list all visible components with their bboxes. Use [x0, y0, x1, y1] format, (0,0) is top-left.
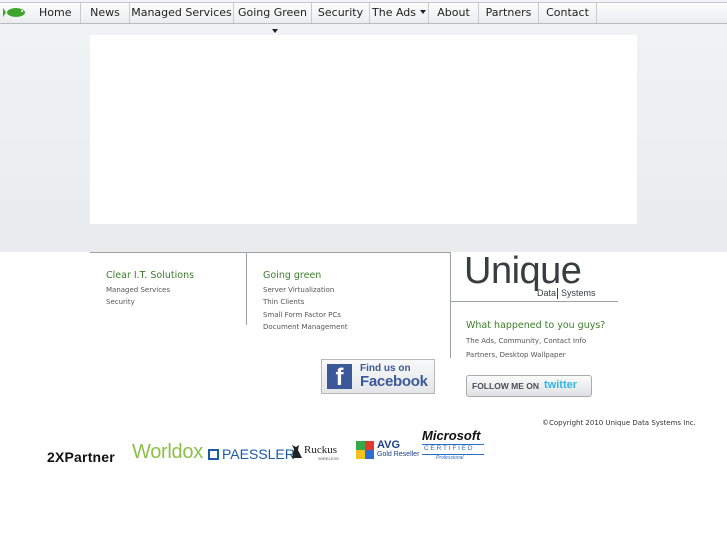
nav-security-label: Security	[317, 6, 364, 19]
separator: ,	[538, 337, 542, 345]
chevron-down-icon	[271, 29, 278, 33]
footer-column-divider	[246, 252, 247, 325]
twitter-line1: FOLLOW ME ON	[472, 381, 540, 391]
footer-divider	[90, 252, 450, 253]
nav-about-label: About	[437, 6, 470, 19]
brand-tagline-bar	[557, 288, 558, 299]
footer-col3-title[interactable]: What happened to you guys?	[466, 320, 605, 331]
brand-name: Unique	[464, 250, 582, 292]
ruckus-text: Ruckus	[304, 444, 337, 456]
footer-link-desktop-wallpaper[interactable]: Desktop Wallpaper	[500, 351, 566, 359]
footer-link-thin-clients[interactable]: Thin Clients	[263, 298, 304, 306]
nav-security[interactable]: Security	[312, 3, 370, 23]
2x-partner-logo[interactable]: 2XPartner	[47, 449, 115, 465]
facebook-icon: f	[327, 364, 352, 391]
footer-link-community[interactable]: Community	[498, 337, 539, 345]
brand-tagline-systems: Systems	[561, 288, 596, 298]
paessler-text: PAESSLER	[222, 446, 295, 462]
nav-home-logo-cell[interactable]: Home	[0, 3, 81, 23]
footer-link-security[interactable]: Security	[106, 298, 135, 306]
footer-col1-title[interactable]: Clear I.T. Solutions	[106, 270, 194, 281]
nav-the-ads-label: The Ads	[372, 6, 416, 19]
nav-partners[interactable]: Partners	[479, 3, 539, 23]
avg-mark-icon	[356, 441, 374, 459]
microsoft-text: Microsoft	[422, 428, 481, 443]
nav-going-green[interactable]: Going Green	[234, 3, 312, 33]
main-nav: Home News Managed Services Going Green S…	[0, 2, 727, 33]
nav-news[interactable]: News	[81, 3, 130, 23]
ruckus-sub-text: WIRELESS	[318, 456, 339, 461]
brand-underline	[450, 301, 618, 302]
nav-news-label: News	[90, 6, 120, 19]
nav-contact-label: Contact	[546, 6, 589, 19]
nav-going-green-label: Going Green	[237, 6, 308, 19]
nav-managed-services[interactable]: Managed Services	[130, 3, 234, 23]
nav-home[interactable]: Home	[39, 3, 71, 22]
ruckus-logo[interactable]: Ruckus WIRELESS	[290, 443, 350, 461]
avg-sub-text: Gold Reseller	[377, 451, 420, 458]
twitter-logo-text: twitter	[544, 379, 577, 391]
nav-contact[interactable]: Contact	[539, 3, 597, 23]
ruckus-dog-icon	[292, 445, 302, 458]
copyright-text: ©Copyright 2010 Unique Data Systems Inc.	[542, 419, 696, 427]
nav-managed-services-label: Managed Services	[131, 6, 232, 19]
footer-col2-title[interactable]: Going green	[263, 270, 321, 281]
banner-area	[90, 35, 637, 224]
worldox-logo[interactable]: Worldox	[132, 441, 203, 464]
footer-column-divider	[450, 252, 451, 358]
avg-text: AVG	[377, 439, 401, 451]
nav-partners-label: Partners	[485, 6, 532, 19]
fish-logo-icon	[3, 8, 25, 17]
facebook-line2: Facebook	[360, 373, 428, 390]
brand-tagline-data: Data	[537, 288, 557, 298]
footer-link-partners[interactable]: Partners	[466, 351, 495, 359]
microsoft-cert-text: CERTIFIED	[424, 445, 475, 452]
nav-the-ads[interactable]: The Ads	[370, 3, 429, 23]
twitter-follow-button[interactable]: FOLLOW ME ON twitter	[466, 375, 592, 397]
footer-col3-row2: Partners, Desktop Wallpaper	[466, 351, 566, 359]
footer-link-contact-info[interactable]: Contact Info	[543, 337, 586, 345]
facebook-button[interactable]: f Find us on Facebook	[321, 359, 435, 394]
separator: ,	[495, 351, 498, 359]
footer-link-managed-services[interactable]: Managed Services	[106, 286, 170, 294]
microsoft-certified-logo[interactable]: Microsoft CERTIFIED Professional	[422, 428, 484, 462]
footer-link-server-virtualization[interactable]: Server Virtualization	[263, 286, 334, 294]
2x-partner-text: 2XPartner	[47, 449, 115, 465]
microsoft-sub-text: Professional	[436, 455, 464, 461]
separator: ,	[494, 337, 497, 345]
footer-col3-row1: The Ads, Community, Contact Info	[466, 337, 586, 345]
avg-logo[interactable]: AVG Gold Reseller	[356, 439, 420, 462]
footer-link-document-management[interactable]: Document Management	[263, 323, 348, 331]
nav-about[interactable]: About	[429, 3, 479, 23]
footer-link-small-form-factor[interactable]: Small Form Factor PCs	[263, 311, 341, 319]
worldox-text: Worldox	[132, 441, 203, 463]
unique-data-systems-logo[interactable]: Unique Data Systems	[464, 250, 610, 302]
chevron-down-icon	[420, 10, 426, 14]
paessler-mark-icon	[208, 449, 219, 460]
footer-link-the-ads[interactable]: The Ads	[466, 337, 494, 345]
